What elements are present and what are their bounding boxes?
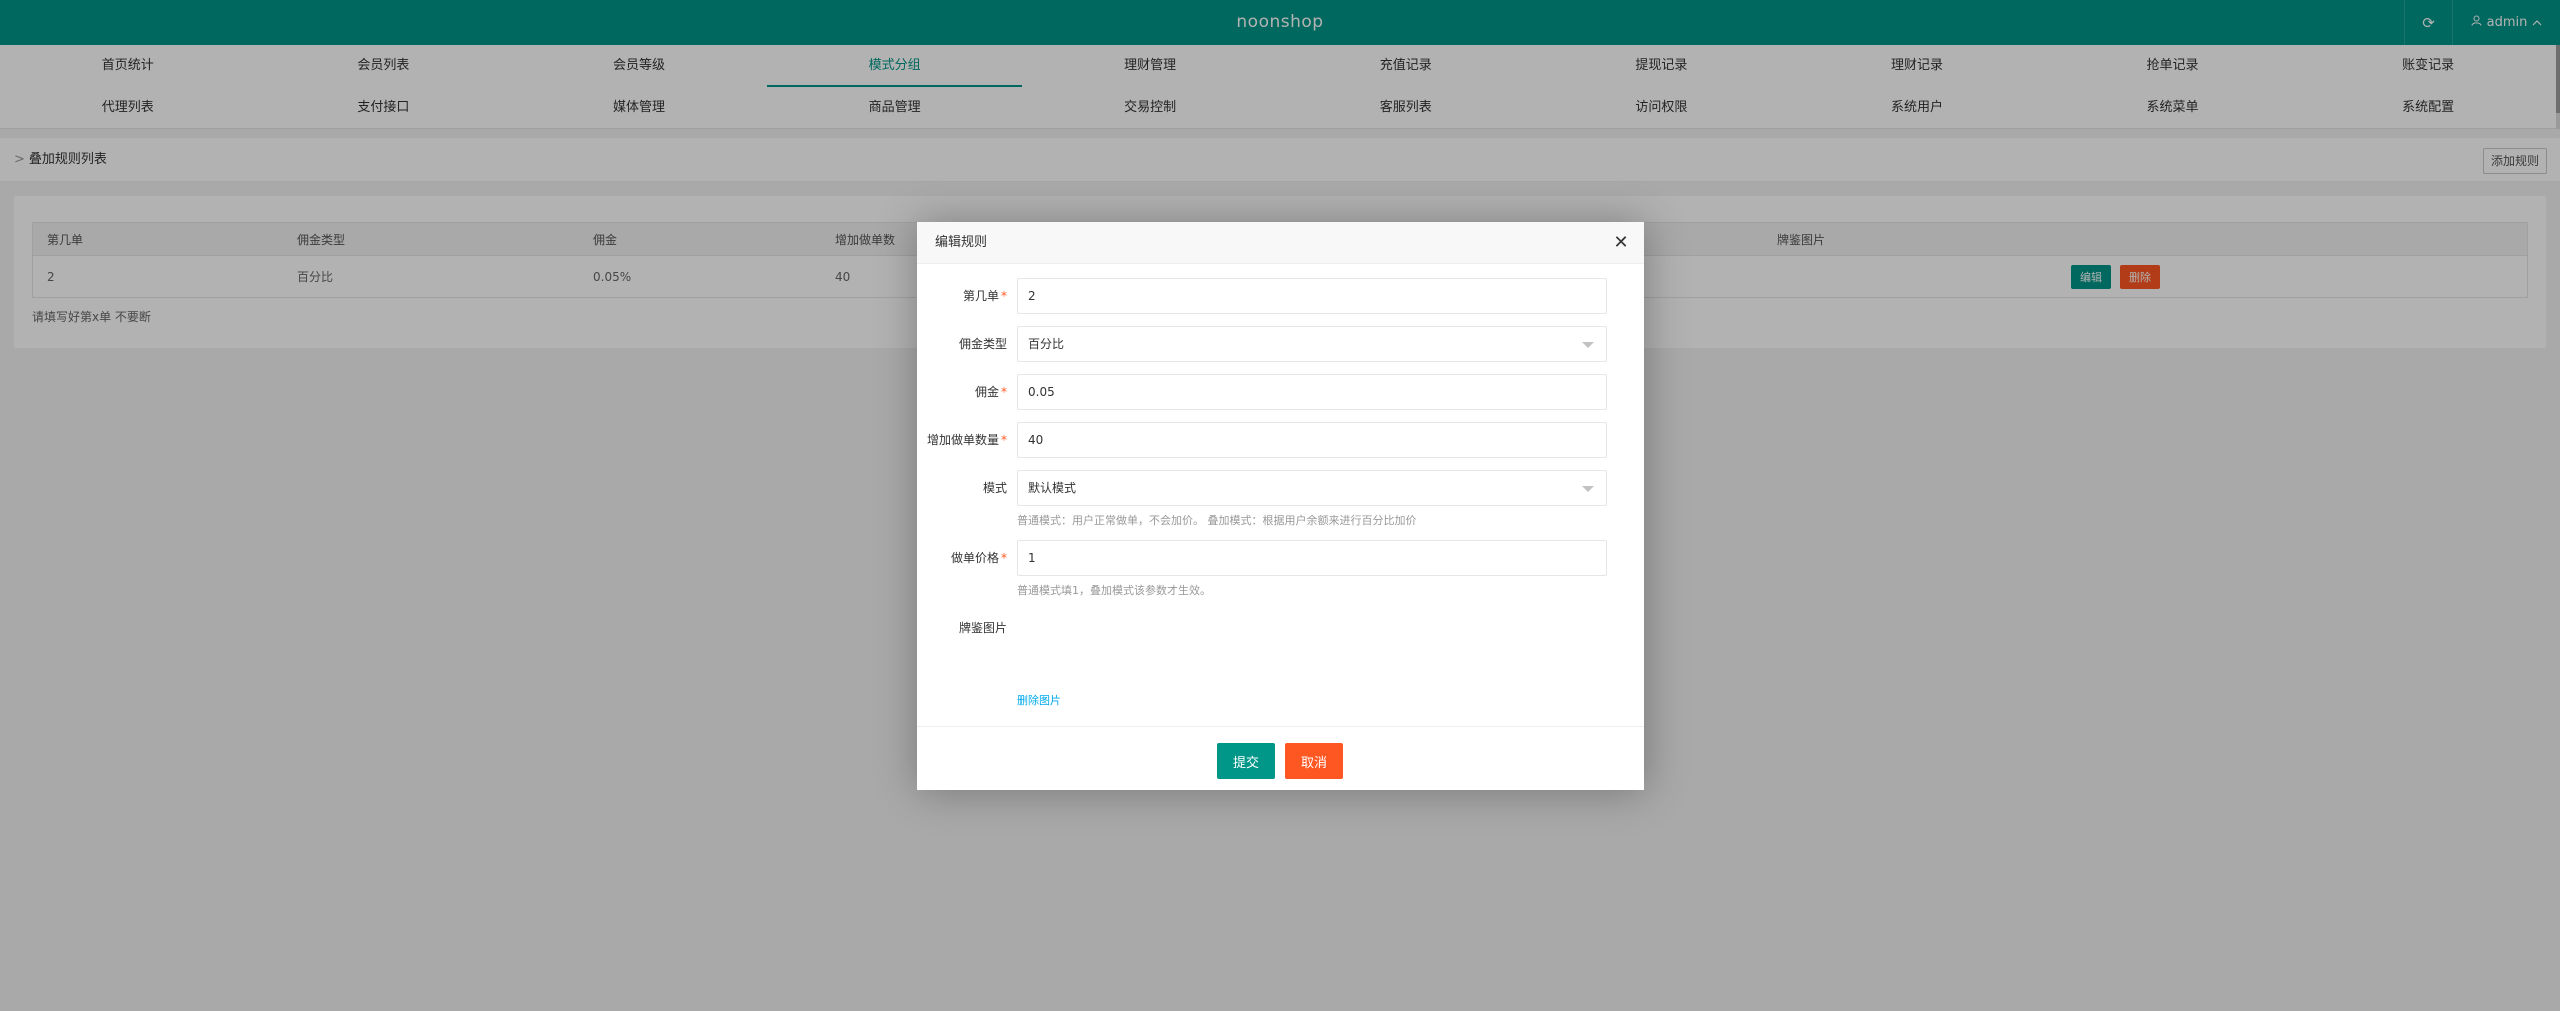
price-hint: 普通模式填1，叠加模式该参数才生效。 [1017, 584, 1211, 597]
mode-hint: 普通模式：用户正常做单，不会加价。 叠加模式：根据用户余额来进行百分比加价 [1017, 514, 1417, 527]
required-mark: * [1001, 385, 1007, 399]
commission-label: 佣金 * [917, 374, 1007, 410]
commission-type-select[interactable]: 百分比 [1017, 326, 1607, 362]
commission-input[interactable]: 0.05 [1017, 374, 1607, 410]
chevron-down-icon [1582, 342, 1594, 348]
price-input[interactable]: 1 [1017, 540, 1607, 576]
image-label: 牌鉴图片 [958, 621, 1007, 635]
dialog-title: 编辑规则 [935, 235, 988, 250]
submit-button[interactable]: 提交 [1217, 743, 1275, 779]
chevron-down-icon [1582, 486, 1594, 492]
price-label: 做单价格 * [917, 540, 1007, 576]
dialog-footer: 提交 取消 [917, 726, 1644, 790]
mode-value: 默认模式 [1028, 481, 1077, 495]
commission-label-text: 佣金 [974, 385, 999, 399]
order-no-label: 第几单 * [917, 278, 1007, 314]
order-no-input[interactable]: 2 [1017, 278, 1607, 314]
commission-type-value: 百分比 [1028, 337, 1065, 351]
mode-label: 模式 [982, 481, 1007, 495]
mode-select[interactable]: 默认模式 [1017, 470, 1607, 506]
add-count-label: 增加做单数量 * [917, 422, 1007, 458]
add-count-input[interactable]: 40 [1017, 422, 1607, 458]
edit-rule-dialog: 编辑规则 ✕ 第几单 * 2 佣金类型 百分比 佣金 * 0.05 增加做单数量 * … [917, 222, 1644, 790]
dialog-header: 编辑规则 ✕ [917, 222, 1644, 264]
required-mark: * [1001, 433, 1007, 447]
delete-image-link[interactable]: 删除图片 [1017, 692, 1061, 708]
required-mark: * [1001, 289, 1007, 303]
commission-type-label: 佣金类型 [958, 337, 1007, 351]
close-icon[interactable]: ✕ [1611, 233, 1631, 253]
required-mark: * [1001, 551, 1007, 565]
order-no-label-text: 第几单 [962, 289, 999, 303]
add-count-label-text: 增加做单数量 [926, 433, 999, 447]
cancel-button[interactable]: 取消 [1285, 743, 1343, 779]
price-label-text: 做单价格 [950, 551, 999, 565]
